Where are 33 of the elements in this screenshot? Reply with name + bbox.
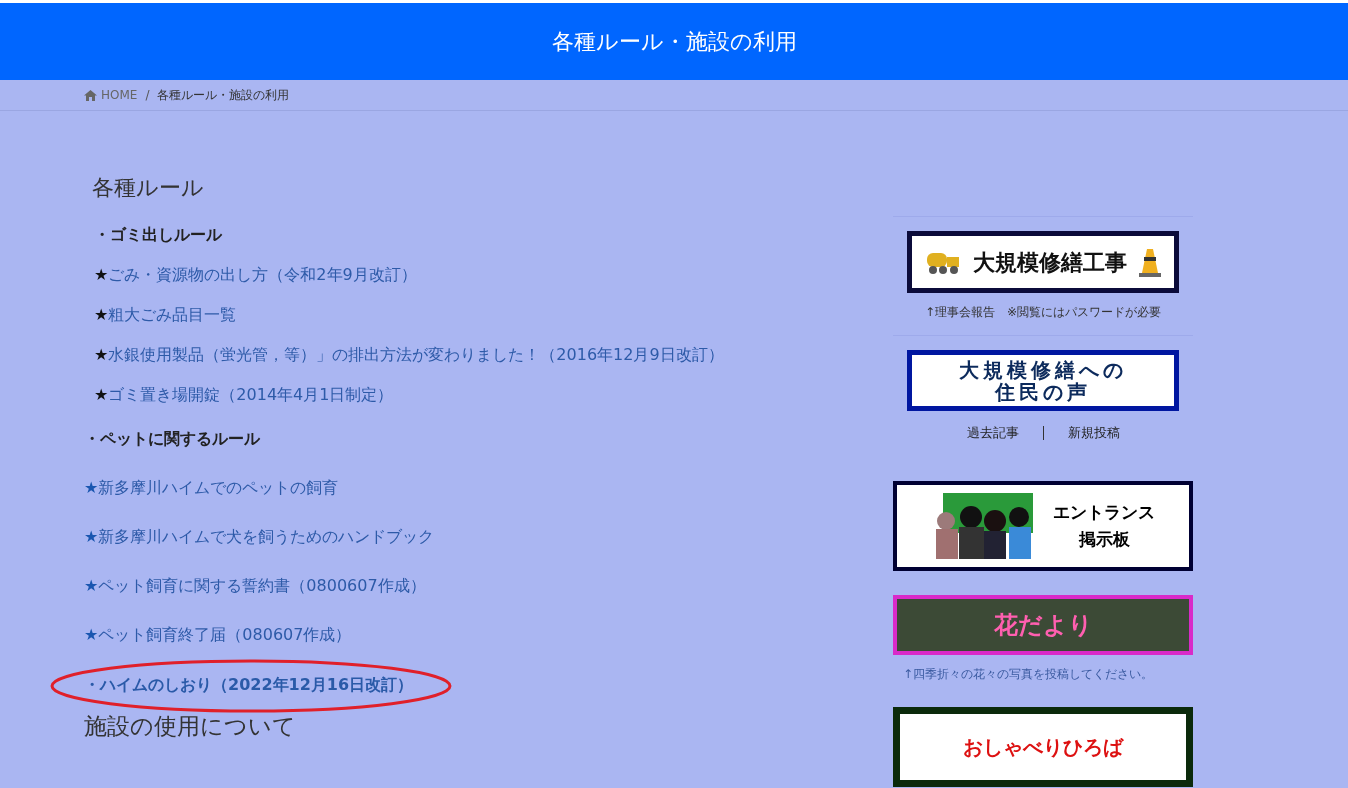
subsection-title: ・ゴミ出しルール (94, 224, 223, 246)
banner-text: 大規模修繕工事 (973, 248, 1127, 277)
banner-caption-link[interactable]: ↑四季折々の花々の写真を投稿してください。 (903, 664, 1154, 683)
rule-link[interactable]: ★水銀使用製品（蛍光管，等）」の排出方法が変わりました！（2016年12月9日改訂） (94, 343, 840, 367)
sidebar-link[interactable]: 過去記事 (966, 423, 1019, 443)
banner-text: 花だより (993, 609, 1093, 641)
rule-link[interactable]: ★ペット飼育終了届（080607作成） (84, 623, 840, 647)
rule-link[interactable]: ★ごみ・資源物の出し方（令和2年9月改訂） (94, 263, 840, 287)
rule-link[interactable]: ★ペット飼育に関する誓約書（0800607作成） (84, 574, 840, 598)
banner[interactable]: おしゃべりひろば (893, 706, 1193, 787)
rule-link[interactable]: ★新多摩川ハイムで犬を飼うためのハンドブック (84, 525, 840, 549)
breadcrumb-separator: / (145, 87, 150, 104)
banner-text: 大規模修繕への (959, 358, 1127, 381)
sidebar-link[interactable]: 新規投稿 (1067, 423, 1120, 443)
rule-link[interactable]: ★粗大ごみ品目一覧 (94, 303, 840, 327)
page-title: 各種ルール・施設の利用 (551, 28, 797, 56)
section-heading: 施設の使用について (84, 712, 297, 741)
subsection-title: ・ペットに関するルール (84, 428, 261, 450)
section-heading: 各種ルール (91, 174, 205, 202)
link-separator (1042, 425, 1044, 440)
banner[interactable]: 大規模修繕工事 (907, 231, 1179, 293)
rule-link[interactable]: ★新多摩川ハイムでのペットの飼育 (84, 476, 840, 500)
banner-text: 住民の声 (995, 380, 1091, 403)
banner-text: 掲示板 (1078, 527, 1130, 551)
banner-caption: ↑理事会報告 ※閲覧にはパスワードが必要 (924, 304, 1162, 321)
rule-link[interactable]: ★ゴミ置き場開錠（2014年4月1日制定） (94, 383, 840, 407)
traffic-cone-icon (1139, 247, 1161, 277)
breadcrumb-current: 各種ルール・施設の利用 (157, 87, 290, 104)
banner-text: エントランス (1053, 500, 1155, 524)
home-icon (84, 89, 97, 101)
banner-text: おしゃべりひろば (963, 733, 1123, 761)
banner[interactable]: エントランス 掲示板 (893, 480, 1193, 571)
banner[interactable]: 大規模修繕への 住民の声 (907, 350, 1179, 411)
